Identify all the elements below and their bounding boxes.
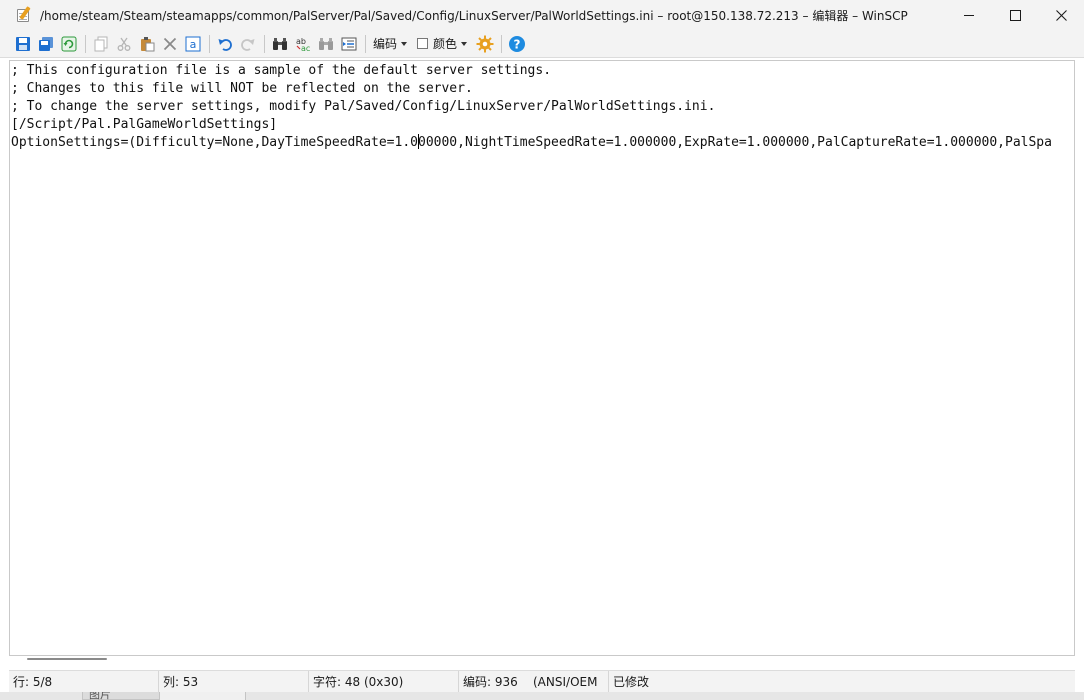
minimize-button[interactable]: [946, 0, 992, 30]
status-character: 字符: 48 (0x30): [309, 670, 459, 693]
paste-icon: [141, 36, 155, 51]
svg-text:a: a: [190, 38, 197, 51]
help-icon: ?: [509, 35, 526, 52]
status-column: 列: 53: [159, 670, 309, 693]
color-checkbox[interactable]: [417, 38, 429, 49]
status-encoding-name: (ANSI/OEM: [529, 670, 609, 693]
toolbar-separator: [365, 34, 366, 53]
copy-icon: [94, 36, 108, 51]
replace-icon: abac: [296, 37, 310, 52]
scrollbar-thumb[interactable]: [27, 658, 107, 660]
save-button[interactable]: [12, 33, 34, 55]
svg-text:?: ?: [514, 37, 521, 51]
toolbar-separator: [264, 34, 265, 53]
horizontal-scrollbar[interactable]: [9, 656, 1075, 668]
help-button[interactable]: ?: [506, 33, 528, 55]
maximize-icon: [1009, 9, 1021, 21]
binoculars-icon: [319, 37, 333, 50]
select-all-button[interactable]: a: [182, 33, 204, 55]
delete-button[interactable]: [159, 33, 181, 55]
delete-icon: [163, 37, 177, 50]
save-all-button[interactable]: [35, 33, 57, 55]
close-icon: [1055, 9, 1067, 21]
refresh-icon: [61, 36, 77, 51]
toolbar-separator: [501, 34, 503, 53]
chevron-down-icon: [461, 41, 468, 46]
undo-button[interactable]: [214, 33, 236, 55]
goto-line-button[interactable]: [338, 33, 360, 55]
editor-window: /home/steam/Steam/steamapps/common/PalSe…: [0, 0, 1084, 693]
status-modified: 已修改: [613, 675, 650, 689]
color-dropdown[interactable]: 颜色: [414, 33, 470, 55]
redo-button[interactable]: [237, 33, 259, 55]
editor-line-current: OptionSettings=(Difficulty=None,DayTimeS…: [11, 134, 1074, 152]
line-text-before-caret: OptionSettings=(Difficulty=None,DayTimeS…: [11, 135, 418, 150]
status-line: 行: 5/8: [9, 670, 159, 693]
find-button[interactable]: [269, 33, 291, 55]
binoculars-icon: [273, 37, 287, 50]
toolbar: a ab ac 编码 颜色 ?: [0, 30, 1084, 58]
background-window: 图片: [0, 692, 1084, 700]
select-all-icon: a: [185, 36, 201, 51]
text-editor[interactable]: ; This configuration file is a sample of…: [9, 60, 1075, 656]
background-tab: 图片: [82, 692, 160, 700]
title-bar[interactable]: /home/steam/Steam/steamapps/common/PalSe…: [0, 0, 1084, 30]
editor-line: ; This configuration file is a sample of…: [11, 63, 552, 78]
encoding-dropdown[interactable]: 编码: [370, 33, 410, 55]
editor-line: ; Changes to this file will NOT be refle…: [11, 81, 473, 96]
paste-button[interactable]: [136, 33, 158, 55]
preferences-button[interactable]: [474, 33, 496, 55]
reload-button[interactable]: [58, 33, 80, 55]
svg-text:ac: ac: [301, 44, 310, 52]
background-tab: [160, 692, 246, 700]
cut-button[interactable]: [113, 33, 135, 55]
redo-icon: [241, 38, 255, 51]
window-controls: [946, 0, 1084, 30]
editor-lines: ; This configuration file is a sample of…: [11, 62, 1074, 152]
find-next-button[interactable]: [315, 33, 337, 55]
gear-icon: [476, 35, 494, 52]
save-all-icon: [39, 36, 53, 51]
background-tab-label: 图片: [89, 692, 111, 700]
color-dropdown-label: 颜色: [433, 37, 458, 51]
editor-line: ; To change the server settings, modify …: [11, 99, 716, 114]
save-icon: [16, 36, 30, 51]
undo-icon: [218, 38, 232, 51]
minimize-icon: [964, 15, 974, 16]
status-encoding: 编码: 936: [463, 675, 518, 689]
scissors-icon: [117, 37, 131, 51]
close-button[interactable]: [1038, 0, 1084, 30]
editor-line: [/Script/Pal.PalGameWorldSettings]: [11, 117, 278, 132]
chevron-down-icon: [401, 41, 408, 46]
toolbar-separator: [85, 34, 86, 53]
toolbar-separator: [209, 34, 210, 53]
window-title: /home/steam/Steam/steamapps/common/PalSe…: [40, 8, 908, 23]
goto-line-icon: [341, 37, 357, 50]
status-bar: 行: 5/8 列: 53 字符: 48 (0x30) 编码: 936 (ANSI…: [9, 670, 1075, 693]
notepad-icon: [16, 6, 32, 23]
encoding-dropdown-label: 编码: [373, 37, 398, 51]
copy-button[interactable]: [90, 33, 112, 55]
line-text-after-caret: 00000,NightTimeSpeedRate=1.000000,ExpRat…: [418, 135, 1052, 150]
replace-button[interactable]: ab ac: [292, 33, 314, 55]
maximize-button[interactable]: [992, 0, 1038, 30]
